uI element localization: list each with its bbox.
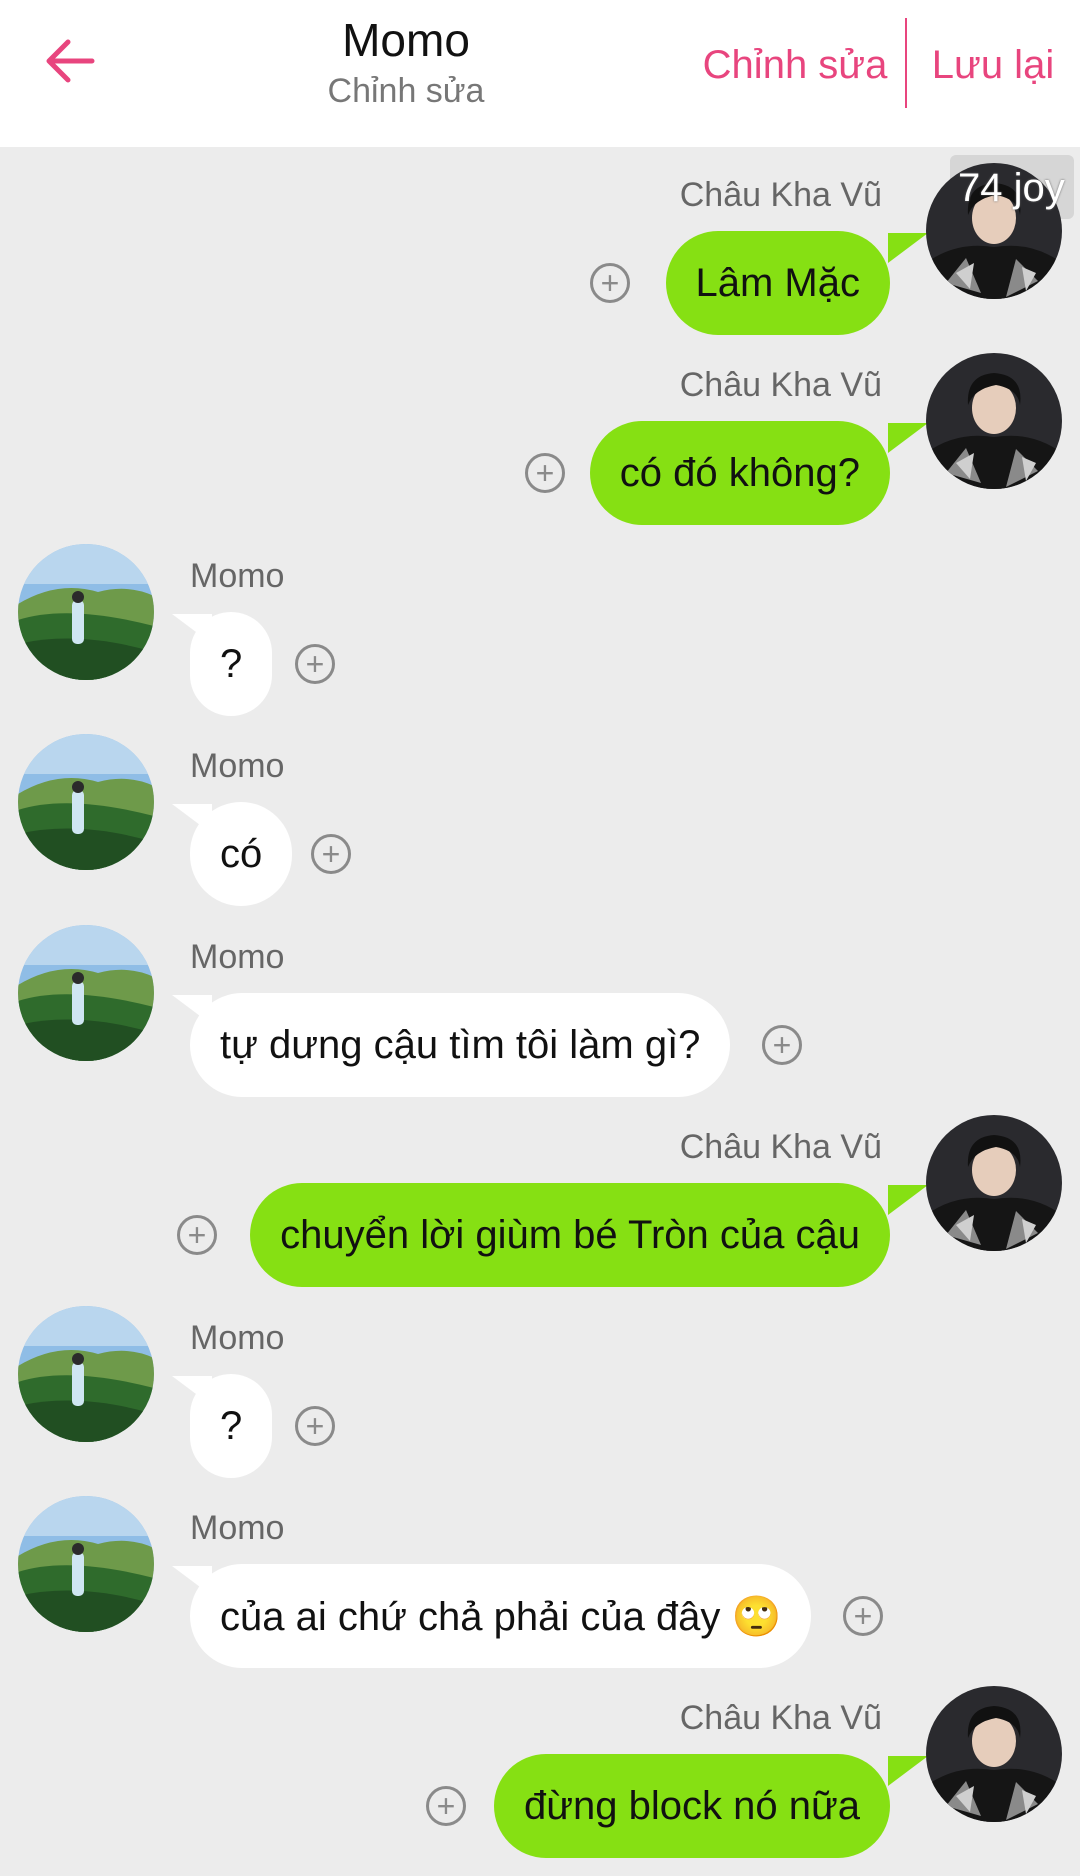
avatar[interactable]: [926, 1115, 1062, 1251]
message-row: Momo ? +: [0, 1306, 1080, 1496]
sender-name: Châu Kha Vũ: [679, 176, 882, 214]
avatar[interactable]: [18, 1306, 154, 1442]
chat-subtitle: Chỉnh sửa: [327, 72, 485, 110]
message-row: Châu Kha Vũ có đó không? +: [0, 353, 1080, 543]
save-button[interactable]: Lưu lại: [918, 30, 1068, 100]
plus-circle-icon[interactable]: +: [590, 263, 630, 303]
message-bubble[interactable]: chuyển lời giùm bé Tròn của cậu: [250, 1183, 890, 1287]
header-divider: [905, 18, 907, 108]
chat-title: Momo: [342, 14, 470, 66]
avatar[interactable]: [18, 734, 154, 870]
message-row: Châu Kha Vũ chuyển lời giùm bé Tròn của …: [0, 1115, 1080, 1305]
message-bubble[interactable]: có đó không?: [589, 421, 890, 525]
sender-name: Momo: [190, 557, 285, 595]
plus-circle-icon[interactable]: +: [177, 1215, 217, 1255]
arrow-left-icon: [44, 38, 96, 89]
message-row: Châu Kha Vũ đừng block nó nữa +: [0, 1686, 1080, 1876]
message-row: Momo ? +: [0, 544, 1080, 734]
plus-circle-icon[interactable]: +: [295, 644, 335, 684]
message-bubble[interactable]: của ai chứ chả phải của đây 🙄: [190, 1564, 812, 1668]
message-row: Châu Kha Vũ Lâm Mặc +: [0, 163, 1080, 353]
avatar[interactable]: [18, 925, 154, 1061]
plus-circle-icon[interactable]: +: [311, 834, 351, 874]
plus-circle-icon[interactable]: +: [295, 1406, 335, 1446]
plus-circle-icon[interactable]: +: [426, 1786, 466, 1826]
message-bubble[interactable]: Lâm Mặc: [665, 231, 890, 335]
avatar[interactable]: [926, 1686, 1062, 1822]
message-bubble[interactable]: tự dưng cậu tìm tôi làm gì?: [190, 993, 731, 1097]
message-bubble[interactable]: ?: [190, 612, 273, 716]
sender-name: Momo: [190, 938, 285, 976]
avatar[interactable]: [18, 1496, 154, 1632]
edit-button[interactable]: Chỉnh sửa: [690, 30, 900, 100]
avatar[interactable]: [18, 544, 154, 680]
sender-name: Châu Kha Vũ: [679, 1699, 882, 1737]
avatar[interactable]: [926, 353, 1062, 489]
joy-badge: 74 joy: [958, 166, 1065, 210]
back-button[interactable]: [30, 28, 110, 98]
message-row: Momo tự dưng cậu tìm tôi làm gì? +: [0, 925, 1080, 1115]
message-bubble[interactable]: có: [190, 802, 293, 906]
message-row: Momo của ai chứ chả phải của đây 🙄 +: [0, 1496, 1080, 1686]
sender-name: Momo: [190, 747, 285, 785]
bubble-tail: [888, 233, 928, 263]
plus-circle-icon[interactable]: +: [525, 453, 565, 493]
bubble-tail: [888, 1756, 928, 1786]
sender-name: Momo: [190, 1319, 285, 1357]
sender-name: Châu Kha Vũ: [679, 366, 882, 404]
plus-circle-icon[interactable]: +: [843, 1596, 883, 1636]
bubble-tail: [888, 423, 928, 453]
sender-name: Momo: [190, 1509, 285, 1547]
sender-name: Châu Kha Vũ: [679, 1128, 882, 1166]
top-bar: Momo Chỉnh sửa Chỉnh sửa Lưu lại: [0, 0, 1080, 147]
chat-title-block: Momo Chỉnh sửa: [306, 10, 506, 112]
plus-circle-icon[interactable]: +: [762, 1025, 802, 1065]
bubble-tail: [888, 1185, 928, 1215]
message-bubble[interactable]: đừng block nó nữa: [494, 1754, 890, 1858]
message-row: Momo có +: [0, 734, 1080, 924]
message-bubble[interactable]: ?: [190, 1374, 273, 1478]
